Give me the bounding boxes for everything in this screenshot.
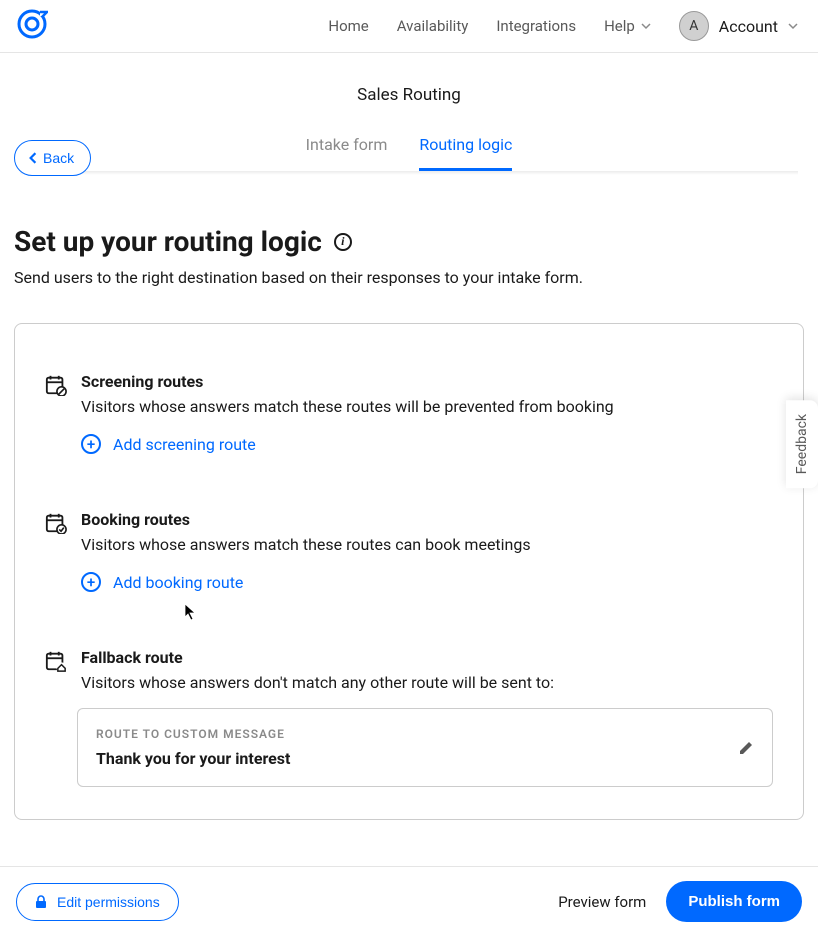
footer: Edit permissions Preview form Publish fo… xyxy=(0,866,818,936)
add-booking-route-button[interactable]: + Add booking route xyxy=(81,572,773,592)
fallback-route-box[interactable]: ROUTE TO CUSTOM MESSAGE Thank you for yo… xyxy=(77,708,773,787)
info-icon[interactable]: i xyxy=(334,233,352,251)
edit-permissions-button[interactable]: Edit permissions xyxy=(16,883,179,921)
logo[interactable] xyxy=(16,8,48,44)
plus-icon: + xyxy=(81,572,101,592)
nav-home[interactable]: Home xyxy=(328,17,368,35)
nav-availability[interactable]: Availability xyxy=(397,17,469,35)
edit-icon[interactable] xyxy=(738,740,754,756)
nav-account[interactable]: A Account xyxy=(679,11,798,41)
page-title: Sales Routing xyxy=(0,85,818,105)
calendar-home-icon xyxy=(45,650,67,672)
back-label: Back xyxy=(43,150,74,166)
page-heading: Set up your routing logic i xyxy=(14,225,804,258)
tab-routing-logic[interactable]: Routing logic xyxy=(419,135,512,171)
avatar: A xyxy=(679,11,709,41)
fallback-box-value: Thank you for your interest xyxy=(96,749,290,768)
main-content: Set up your routing logic i Send users t… xyxy=(0,175,818,820)
chevron-down-icon xyxy=(641,21,651,31)
routing-card: Screening routes Visitors whose answers … xyxy=(14,323,804,820)
booking-title: Booking routes xyxy=(81,510,531,529)
chevron-down-icon xyxy=(788,21,798,31)
fallback-desc: Visitors whose answers don't match any o… xyxy=(81,673,554,692)
add-screening-route-button[interactable]: + Add screening route xyxy=(81,434,773,454)
top-navigation: Home Availability Integrations Help A Ac… xyxy=(0,0,818,53)
nav-help[interactable]: Help xyxy=(604,17,651,35)
edit-permissions-label: Edit permissions xyxy=(57,894,160,910)
booking-desc: Visitors whose answers match these route… xyxy=(81,535,531,554)
tabs: Intake form Routing logic xyxy=(0,135,818,171)
nav-links: Home Availability Integrations Help A Ac… xyxy=(328,11,798,41)
nav-help-label: Help xyxy=(604,17,635,35)
add-screening-label: Add screening route xyxy=(113,435,256,454)
tab-intake-form[interactable]: Intake form xyxy=(306,135,388,171)
divider xyxy=(20,171,798,175)
calendar-check-icon xyxy=(45,512,67,534)
screening-title: Screening routes xyxy=(81,372,614,391)
section-screening: Screening routes Visitors whose answers … xyxy=(45,372,773,454)
fallback-box-label: ROUTE TO CUSTOM MESSAGE xyxy=(96,727,290,741)
publish-form-button[interactable]: Publish form xyxy=(666,881,802,922)
add-booking-label: Add booking route xyxy=(113,573,243,592)
lock-icon xyxy=(35,895,47,909)
page-subtext: Send users to the right destination base… xyxy=(14,268,804,287)
back-button[interactable]: Back xyxy=(14,140,91,176)
fallback-title: Fallback route xyxy=(81,648,554,667)
heading-text: Set up your routing logic xyxy=(14,225,322,258)
subheader: Back Sales Routing Intake form Routing l… xyxy=(0,53,818,175)
preview-form-link[interactable]: Preview form xyxy=(558,893,646,911)
chevron-left-icon xyxy=(27,152,39,164)
feedback-tab[interactable]: Feedback xyxy=(786,400,818,488)
calendar-block-icon xyxy=(45,374,67,396)
nav-integrations[interactable]: Integrations xyxy=(496,17,576,35)
nav-account-label: Account xyxy=(719,17,778,36)
screening-desc: Visitors whose answers match these route… xyxy=(81,397,614,416)
section-fallback: Fallback route Visitors whose answers do… xyxy=(45,648,773,787)
section-booking: Booking routes Visitors whose answers ma… xyxy=(45,510,773,592)
plus-icon: + xyxy=(81,434,101,454)
